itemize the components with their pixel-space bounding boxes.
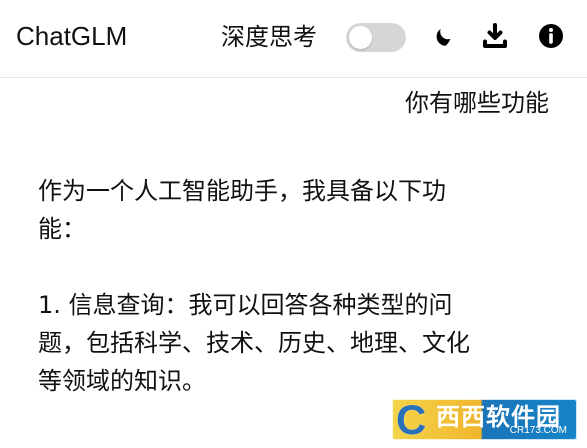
deep-think-toggle[interactable] [346, 23, 406, 52]
theme-toggle-button[interactable] [427, 22, 457, 52]
info-button[interactable] [536, 21, 566, 51]
assistant-blank-line [38, 248, 538, 286]
chatglm-window: ChatGLM 深度思考 你有哪些功能 作为一个人工智能助手，我具备以下功 能：… [0, 0, 587, 448]
user-message: 你有哪些功能 [405, 89, 549, 117]
top-bar: ChatGLM 深度思考 [0, 0, 587, 78]
watermark-logo: C 西西软件园 CR173.COM [392, 396, 577, 443]
moon-icon [436, 28, 451, 46]
info-icon [539, 24, 563, 48]
assistant-line: 等领域的知识。 [38, 367, 206, 395]
deep-think-label: 深度思考 [221, 23, 317, 51]
watermark-mark: C [396, 396, 427, 443]
watermark-sub-text: CR173.COM [509, 425, 567, 436]
download-button[interactable] [480, 21, 510, 51]
assistant-line: 作为一个人工智能助手，我具备以下功 [38, 177, 446, 205]
assistant-line: 题，包括科学、技术、历史、地理、文化 [38, 329, 470, 357]
download-icon [483, 23, 507, 48]
app-title: ChatGLM [16, 21, 128, 51]
toggle-knob [349, 26, 372, 49]
assistant-line: 1. 信息查询：我可以回答各种类型的问 [38, 291, 453, 319]
assistant-message: 作为一个人工智能助手，我具备以下功 能： 1. 信息查询：我可以回答各种类型的问… [38, 172, 538, 400]
assistant-line: 能： [38, 215, 86, 243]
